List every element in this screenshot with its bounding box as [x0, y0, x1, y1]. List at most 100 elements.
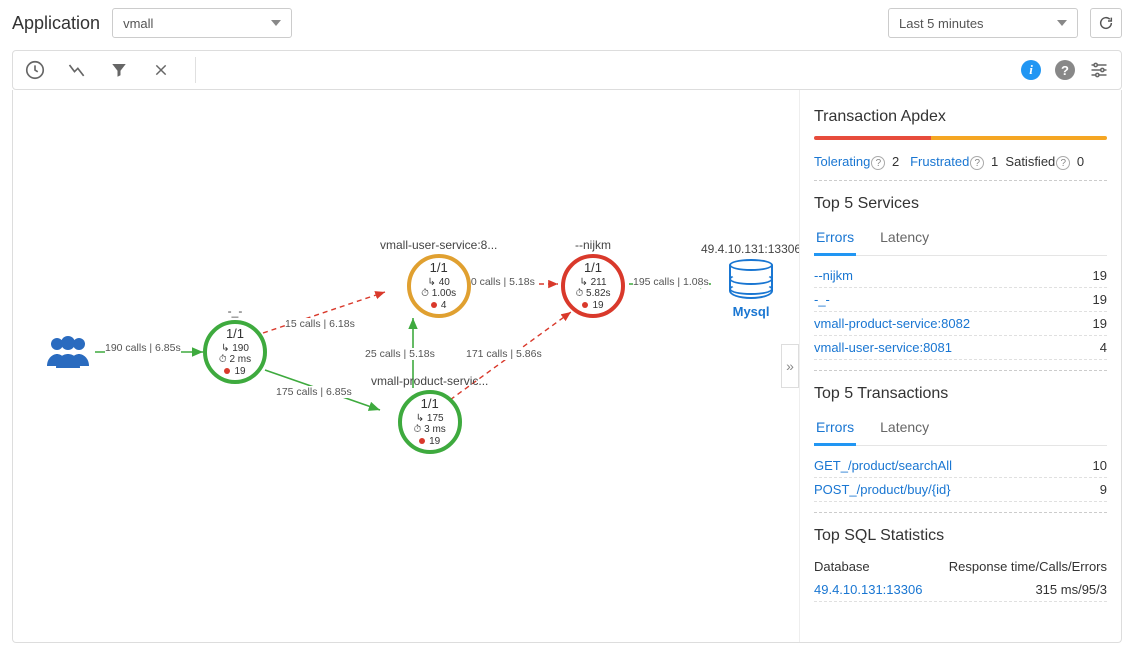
users-icon [43, 334, 93, 370]
node-user-service[interactable]: vmall-user-service:8... 1/1 ↳ 40 ⏱ 1.00s… [380, 238, 497, 318]
info-icon: i [1021, 60, 1041, 80]
top-tx-tabs: Errors Latency [814, 413, 1107, 446]
application-select-value: vmall [123, 16, 153, 31]
list-item-value: 4 [1100, 340, 1107, 355]
service-link[interactable]: -_- [814, 292, 830, 307]
node-product-service[interactable]: vmall-product-servic... 1/1 ↳ 175 ⏱ 3 ms… [371, 374, 488, 454]
node-metric: ↳ 40 [428, 277, 450, 289]
node-metric: ⏱ 2 ms [219, 354, 251, 366]
apdex-bar [814, 136, 1107, 140]
time-range-select[interactable]: Last 5 minutes [888, 8, 1078, 38]
help-icon[interactable]: ? [871, 156, 885, 170]
apdex-title: Transaction Apdex [814, 108, 1107, 126]
node-metric: ⏱ 1.00s [421, 288, 456, 300]
settings-sliders-button[interactable] [1087, 58, 1111, 82]
list-item-value: 9 [1100, 482, 1107, 497]
trend-down-icon [67, 60, 87, 80]
top-tx-title: Top 5 Transactions [814, 385, 1107, 403]
node-fraction: 1/1 [430, 261, 448, 276]
tab-latency[interactable]: Latency [878, 413, 931, 445]
node-label: -_- [203, 304, 267, 318]
edge-label: 195 calls | 1.08s [633, 276, 709, 288]
help-button[interactable]: ? [1053, 58, 1077, 82]
funnel-icon [110, 61, 128, 79]
node-db-type: Mysql [701, 304, 799, 319]
list-item: -_- 19 [814, 288, 1107, 312]
node-label: --nijkm [561, 238, 625, 252]
service-link[interactable]: vmall-user-service:8081 [814, 340, 952, 355]
list-item: --nijkm 19 [814, 264, 1107, 288]
tab-errors[interactable]: Errors [814, 223, 856, 256]
filter-button[interactable] [107, 58, 131, 82]
stats-sidebar: Transaction Apdex Tolerating? 2 Frustrat… [799, 90, 1121, 642]
node-fraction: 1/1 [421, 397, 439, 412]
info-button[interactable]: i [1019, 58, 1043, 82]
list-item: POST_/product/buy/{id} 9 [814, 478, 1107, 502]
users-node[interactable] [43, 334, 93, 373]
help-icon: ? [1055, 60, 1075, 80]
apdex-legend: Tolerating? 2 Frustrated? 1 Satisfied? 0 [814, 154, 1107, 170]
sql-col-metrics: Response time/Calls/Errors [949, 559, 1107, 574]
sql-col-database: Database [814, 559, 870, 574]
topology-canvas[interactable]: 190 calls | 6.85s 15 calls | 6.18s 175 c… [13, 90, 799, 642]
node-errors: 4 [441, 300, 447, 312]
application-select[interactable]: vmall [112, 8, 292, 38]
apdex-tolerating-link[interactable]: Tolerating [814, 154, 870, 169]
edge-label: 175 calls | 6.85s [276, 386, 352, 398]
time-mode-button[interactable] [23, 58, 47, 82]
node-metric: ⏱ 5.82s [575, 288, 610, 300]
refresh-button[interactable] [1090, 8, 1122, 38]
node-errors: 19 [234, 366, 245, 378]
top-services-tabs: Errors Latency [814, 223, 1107, 256]
sidebar-collapse-button[interactable]: » [781, 344, 799, 388]
list-item-value: 315 ms/95/3 [1035, 582, 1107, 597]
tab-errors[interactable]: Errors [814, 413, 856, 446]
service-link[interactable]: vmall-product-service:8082 [814, 316, 970, 331]
apdex-satisfied-label: Satisfied [1005, 154, 1055, 169]
apdex-frustrated-link[interactable]: Frustrated [910, 154, 969, 169]
tab-latency[interactable]: Latency [878, 223, 931, 255]
sliders-icon [1089, 60, 1109, 80]
apdex-tolerating-val: 2 [892, 154, 899, 169]
chevron-down-icon [271, 20, 281, 26]
apdex-satisfied-val: 0 [1077, 154, 1084, 169]
transaction-link[interactable]: GET_/product/searchAll [814, 458, 952, 473]
node-metric: ↳ 211 [579, 277, 606, 289]
clear-button[interactable] [149, 58, 173, 82]
help-icon[interactable]: ? [970, 156, 984, 170]
apdex-frustrated-val: 1 [991, 154, 998, 169]
node-label: vmall-product-servic... [371, 374, 488, 388]
service-link[interactable]: --nijkm [814, 268, 853, 283]
list-item-value: 10 [1093, 458, 1107, 473]
application-label: Application [12, 13, 100, 34]
transaction-link[interactable]: POST_/product/buy/{id} [814, 482, 951, 497]
node-fraction: 1/1 [226, 327, 244, 342]
node-nijkm[interactable]: --nijkm 1/1 ↳ 211 ⏱ 5.82s 19 [561, 238, 625, 318]
canvas-toolbar: i ? [12, 50, 1122, 90]
database-icon [729, 259, 773, 301]
node-mysql[interactable]: 49.4.10.131:13306 Mysql [701, 242, 799, 319]
database-link[interactable]: 49.4.10.131:13306 [814, 582, 922, 597]
node-gateway[interactable]: -_- 1/1 ↳ 190 ⏱ 2 ms 19 [203, 304, 267, 384]
list-item-value: 19 [1093, 292, 1107, 307]
list-item-value: 19 [1093, 316, 1107, 331]
edge-label: 15 calls | 6.18s [285, 318, 355, 330]
chevron-right-double-icon: » [786, 358, 794, 374]
list-item: 49.4.10.131:13306 315 ms/95/3 [814, 578, 1107, 602]
node-fraction: 1/1 [584, 261, 602, 276]
list-item-value: 19 [1093, 268, 1107, 283]
node-metric: ⏱ 3 ms [414, 424, 446, 436]
list-item: GET_/product/searchAll 10 [814, 454, 1107, 478]
chevron-down-icon [1057, 20, 1067, 26]
clock-icon [24, 59, 46, 81]
list-item: vmall-product-service:8082 19 [814, 312, 1107, 336]
edge-label: 190 calls | 6.85s [105, 342, 181, 354]
help-icon[interactable]: ? [1056, 156, 1070, 170]
close-icon [153, 62, 169, 78]
node-label: 49.4.10.131:13306 [701, 242, 799, 256]
trend-button[interactable] [65, 58, 89, 82]
refresh-icon [1098, 15, 1114, 31]
time-range-value: Last 5 minutes [899, 16, 984, 31]
edge-label: 25 calls | 5.18s [365, 348, 435, 360]
node-metric: ↳ 175 [416, 413, 444, 425]
